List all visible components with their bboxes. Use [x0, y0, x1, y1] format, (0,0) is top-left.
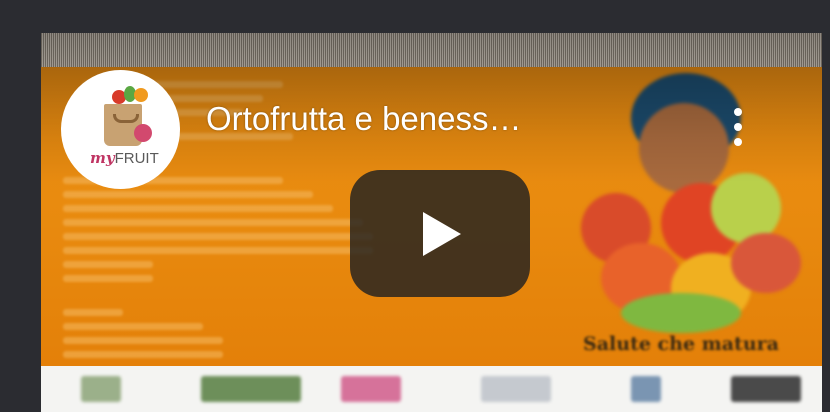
play-button[interactable]: [350, 170, 530, 297]
channel-logo-text: myFRUIT: [90, 149, 159, 167]
thumbnail-slogan: Salute che matura: [583, 333, 779, 355]
orange-icon: [134, 88, 148, 102]
thumbnail-sponsor-band: [41, 366, 822, 412]
play-icon: [423, 212, 461, 256]
berry-icon: [134, 124, 152, 142]
kebab-menu-icon[interactable]: [728, 104, 748, 150]
video-title[interactable]: Ortofrutta e beness…: [206, 100, 521, 138]
